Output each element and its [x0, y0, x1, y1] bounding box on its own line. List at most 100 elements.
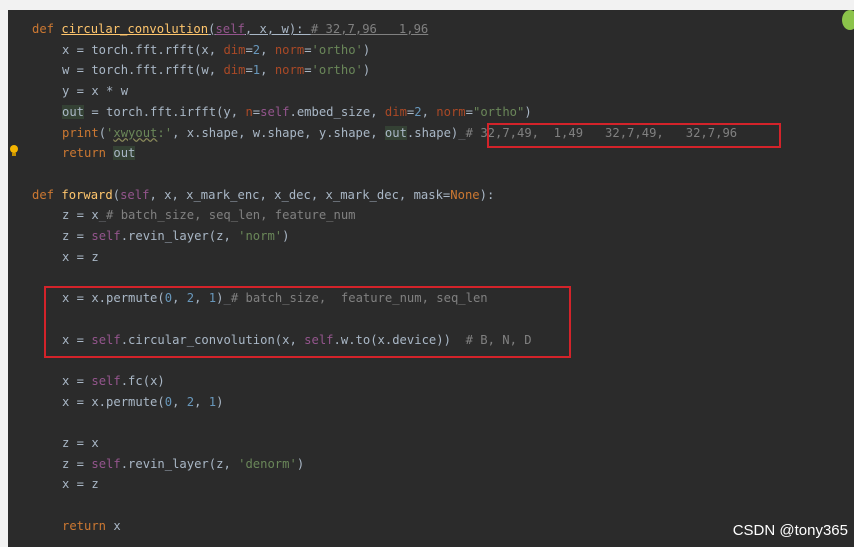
code-token: ): [282, 229, 290, 243]
code-token: # B, N, D: [465, 332, 532, 347]
code-token: , x, w):: [244, 22, 311, 36]
code-token: # 32,7,96 1,96: [310, 22, 429, 36]
code-token: x = torch.fft.rfft(x,: [62, 42, 224, 57]
code-token: x =: [62, 332, 92, 347]
code-token: out: [113, 146, 136, 161]
code-token: _: [458, 125, 466, 140]
code-token: _: [223, 291, 231, 306]
code-token: None: [450, 187, 480, 202]
code-editor[interactable]: def circular_convolution(self, x, w): # …: [8, 10, 854, 547]
code-line: z = self.revin_layer(z, 'norm'): [62, 226, 290, 246]
code-token: xwyout: [113, 125, 158, 140]
code-token: ): [524, 104, 532, 119]
code-token: ): [216, 394, 224, 409]
code-token: .revin_layer(z,: [120, 456, 239, 471]
code-line: return out: [62, 143, 136, 163]
code-token: dim: [223, 42, 246, 57]
code-line: x = z: [62, 247, 99, 267]
code-token: self: [91, 332, 121, 347]
code-line: x = x.permute(0, 2, 1): [62, 392, 223, 412]
code-token: w = torch.fft.rfft(w,: [62, 63, 224, 78]
code-token: ): [296, 456, 305, 471]
code-line: z = x: [62, 433, 99, 453]
code-token: return: [62, 146, 114, 161]
code-line: z = x_# batch_size, seq_len, feature_num: [62, 205, 356, 225]
code-token: x = x.permute(: [62, 394, 165, 409]
code-token: y = x * w: [62, 84, 129, 99]
code-token: ,: [421, 104, 437, 119]
code-token: # batch_size, seq_len, feature_num: [106, 208, 356, 223]
code-token: .revin_layer(z,: [120, 229, 239, 243]
code-token: forward: [61, 187, 113, 202]
code-token: =: [245, 63, 253, 78]
code-line: return x: [62, 516, 121, 536]
code-token: z = x: [62, 436, 99, 450]
code-line: x = torch.fft.rfft(x, dim=2, norm='ortho…: [62, 40, 370, 60]
code-token: .fc(x): [120, 373, 165, 388]
code-token: 2: [186, 394, 195, 409]
code-token: 'ortho': [311, 42, 363, 57]
code-token: out: [62, 104, 85, 119]
code-token: dim: [384, 104, 407, 119]
code-line: print('xwyout:', x.shape, w.shape, y.sha…: [62, 123, 737, 143]
code-line: x = self.circular_convolution(x, self.w.…: [62, 330, 532, 350]
code-token: ): [362, 63, 371, 78]
code-token: (: [112, 187, 121, 202]
code-token: (: [98, 125, 107, 140]
code-line: def circular_convolution(self, x, w): # …: [32, 19, 428, 39]
code-token: self: [215, 22, 245, 36]
code-token: "ortho": [472, 104, 525, 119]
code-token: 2: [186, 291, 195, 306]
code-token: 'denorm': [238, 456, 297, 471]
code-token: def: [32, 22, 62, 36]
code-token: _: [98, 208, 107, 223]
code-token: self: [91, 373, 121, 388]
status-dot-icon: [842, 10, 854, 30]
code-token: =: [245, 42, 253, 57]
code-line: def forward(self, x, x_mark_enc, x_dec, …: [32, 185, 494, 205]
code-token: .embed_size,: [289, 104, 385, 119]
code-token: print: [62, 125, 99, 140]
code-token: norm: [436, 104, 466, 119]
code-token: dim: [223, 63, 246, 78]
code-line: x = z: [62, 474, 99, 494]
code-token: ,: [194, 291, 209, 306]
code-token: 0: [164, 394, 173, 409]
code-line: y = x * w: [62, 81, 128, 101]
code-token: 'ortho': [311, 63, 363, 78]
code-token: x = x.permute(: [62, 291, 165, 306]
code-line: x = self.fc(x): [62, 371, 165, 391]
code-token: 0: [164, 291, 173, 306]
code-token: ,: [260, 63, 275, 78]
code-token: x = z: [62, 249, 99, 264]
code-token: def: [32, 187, 62, 202]
code-token: ,: [172, 394, 187, 409]
code-token: #: [465, 125, 481, 140]
code-token: .w.to(x.device)): [333, 332, 466, 347]
code-token: 'norm': [238, 229, 283, 243]
code-token: 32,7,49, 1,49 32,7,49, 32,7,96: [480, 125, 738, 140]
lightbulb-icon[interactable]: [9, 145, 19, 157]
code-token: :': [157, 125, 173, 140]
code-line: z = self.revin_layer(z, 'denorm'): [62, 454, 304, 474]
code-token: 2: [414, 104, 422, 119]
code-line: x = x.permute(0, 2, 1)_# batch_size, fea…: [62, 288, 488, 308]
code-token: norm: [274, 42, 305, 57]
code-line: out = torch.fft.irfft(y, n = self.embed_si…: [62, 102, 532, 122]
code-token: norm: [274, 63, 305, 78]
code-token: z =: [62, 456, 92, 471]
code-token: =: [304, 42, 312, 57]
watermark: CSDN @tony365: [732, 522, 848, 539]
code-token: x =: [62, 373, 92, 388]
code-token: n: [245, 104, 253, 119]
code-token: z = x: [62, 208, 99, 223]
code-token: , x, x_mark_enc, x_dec, x_mark_dec, mask…: [149, 187, 451, 202]
code-token: z =: [62, 229, 92, 243]
code-token: x: [113, 518, 121, 533]
code-token: self: [91, 456, 121, 471]
code-token: ,: [194, 394, 209, 409]
code-token: self: [91, 229, 121, 243]
code-token: =: [304, 63, 312, 78]
code-line: w = torch.fft.rfft(w, dim=1, norm='ortho…: [62, 60, 370, 80]
code-token: =: [465, 104, 473, 119]
